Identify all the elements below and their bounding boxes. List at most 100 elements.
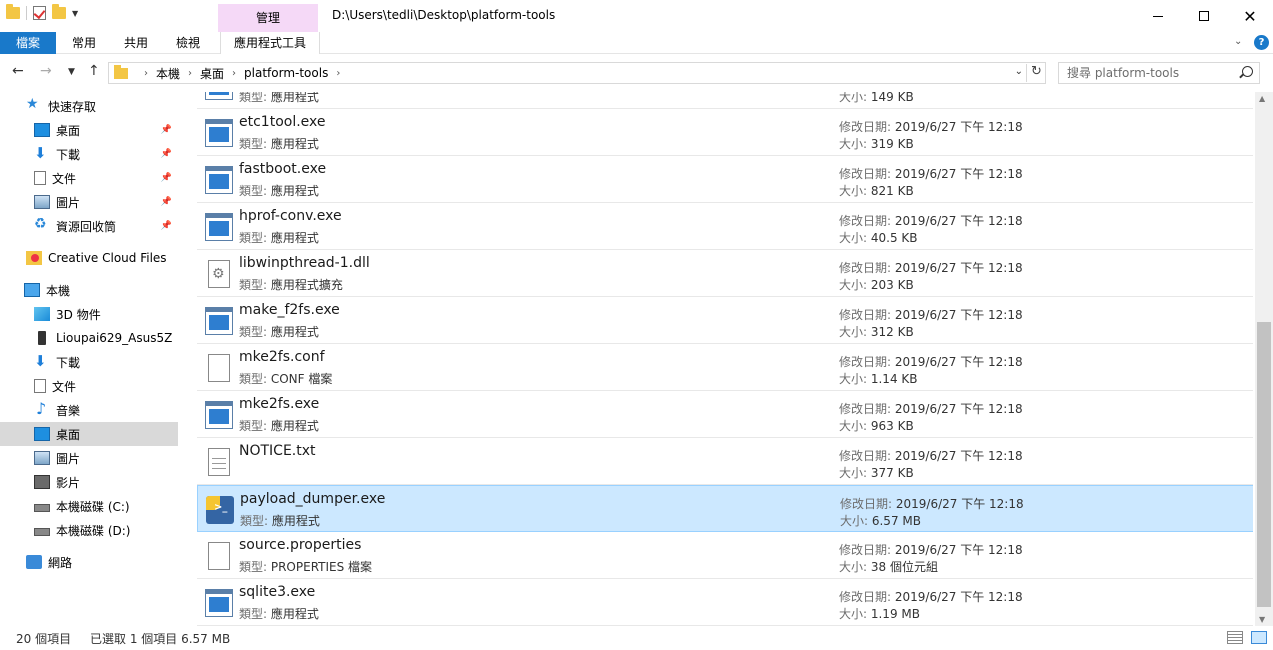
file-modified-value: 2019/6/27 下午 12:18 (894, 449, 1023, 463)
file-size-value: 319 KB (870, 137, 914, 151)
forward-arrow-icon[interactable]: → (40, 63, 52, 79)
refresh-icon[interactable]: ↻ (1026, 64, 1046, 82)
sidebar-item[interactable]: 文件 (0, 374, 178, 398)
search-input[interactable]: 搜尋 platform-tools (1058, 62, 1260, 84)
sidebar-item-label: Lioupai629_Asus5Z (56, 331, 173, 345)
maximize-button[interactable] (1181, 0, 1227, 32)
sidebar-item[interactable]: 本機 (0, 278, 178, 302)
status-bar: 20 個項目 已選取 1 個項目 6.57 MB (0, 626, 1273, 650)
tab-home[interactable]: 常用 (58, 32, 110, 54)
file-row[interactable]: make_f2fs.exe 類型: 應用程式 修改日期: 2019/6/27 下午 … (197, 297, 1253, 344)
scroll-down-arrow-icon[interactable]: ▼ (1259, 615, 1265, 624)
tab-application-tools[interactable]: 應用程式工具 (220, 32, 320, 54)
sidebar-item[interactable]: 3D 物件 (0, 302, 178, 326)
sidebar-item[interactable]: Lioupai629_Asus5Z (0, 326, 178, 350)
help-icon[interactable]: ? (1254, 35, 1269, 50)
new-folder-icon[interactable] (52, 4, 66, 19)
breadcrumb-chevron-icon[interactable]: › (232, 68, 236, 79)
sidebar-item[interactable]: 音樂 (0, 398, 178, 422)
sidebar-item[interactable]: 文件 📌 (0, 166, 178, 190)
file-row[interactable]: NOTICE.txt 修改日期: 2019/6/27 下午 12:18 大小: 37… (197, 438, 1253, 485)
file-modified-value: 2019/6/27 下午 12:18 (894, 261, 1023, 275)
minimize-button[interactable] (1135, 0, 1181, 32)
pictures-icon (34, 451, 50, 465)
file-type-label: 類型: (240, 514, 272, 528)
context-tab-manage[interactable]: 管理 (218, 4, 318, 32)
dll-icon (208, 260, 230, 288)
file-size-label: 大小: (839, 607, 871, 621)
document-icon (34, 379, 46, 393)
file-row[interactable]: sqlite3.exe 類型: 應用程式 修改日期: 2019/6/27 下午 12… (197, 579, 1253, 626)
close-button[interactable]: ✕ (1227, 0, 1273, 32)
file-type-value: 應用程式擴充 (270, 278, 343, 292)
file-type: 類型: PROPERTIES 檔案 (239, 558, 372, 575)
file-size-label: 大小: (839, 325, 871, 339)
sidebar-item[interactable]: 下載 📌 (0, 142, 178, 166)
file-modified-label: 修改日期: (839, 355, 895, 369)
tab-view[interactable]: 檢視 (162, 32, 214, 54)
file-name: sqlite3.exe (239, 584, 316, 600)
download-icon (34, 352, 50, 370)
file-icon (208, 354, 230, 382)
folder-icon[interactable] (6, 4, 20, 19)
file-row[interactable]: payload_dumper.exe 類型: 應用程式 修改日期: 2019/6/2… (197, 485, 1253, 532)
file-modified-value: 2019/6/27 下午 12:18 (894, 214, 1023, 228)
file-type: 類型: 應用程式 (239, 605, 319, 622)
sidebar-item[interactable]: 本機磁碟 (C:) (0, 494, 178, 518)
sidebar-item[interactable]: 下載 (0, 350, 178, 374)
file-type: 類型: 應用程式 (239, 229, 319, 246)
recent-locations-chevron-icon[interactable]: ▼ (68, 67, 75, 77)
file-type: 類型: 應用程式 (239, 417, 319, 434)
expand-ribbon-chevron-icon[interactable]: ⌄ (1234, 36, 1242, 47)
sidebar-item[interactable]: 影片 (0, 470, 178, 494)
file-modified-label: 修改日期: (839, 214, 895, 228)
address-history-chevron-icon[interactable]: ⌄ (1015, 66, 1023, 77)
breadcrumb-chevron-icon[interactable]: › (336, 68, 340, 79)
file-type-value: 應用程式 (270, 607, 319, 621)
sidebar-item[interactable]: 桌面 (0, 422, 178, 446)
file-row[interactable]: etc1tool.exe 類型: 應用程式 修改日期: 2019/6/27 下午 1… (197, 109, 1253, 156)
this-pc-icon (24, 283, 40, 297)
sidebar-item[interactable]: 圖片 📌 (0, 190, 178, 214)
sidebar-item-label: 桌面 (56, 123, 81, 138)
tab-share[interactable]: 共用 (110, 32, 162, 54)
scrollbar-thumb[interactable] (1257, 322, 1271, 607)
file-size-value: 963 KB (870, 419, 914, 433)
file-modified-label: 修改日期: (839, 590, 895, 604)
tiles-view-icon[interactable] (1251, 631, 1267, 644)
breadcrumb-chevron-icon[interactable]: › (188, 68, 192, 79)
scroll-up-arrow-icon[interactable]: ▲ (1259, 94, 1265, 103)
file-size: 大小: 1.14 KB (839, 370, 918, 387)
sidebar-item[interactable]: 網路 (0, 550, 178, 574)
file-row[interactable]: mke2fs.exe 類型: 應用程式 修改日期: 2019/6/27 下午 12:… (197, 391, 1253, 438)
properties-icon[interactable] (33, 6, 46, 20)
breadcrumb-desktop[interactable]: 桌面 (200, 65, 224, 82)
sidebar-item[interactable]: 桌面 📌 (0, 118, 178, 142)
back-arrow-icon[interactable]: ← (12, 63, 24, 79)
ribbon-tabs: 檔案 常用 共用 檢視 應用程式工具 ⌄ ? (0, 32, 1273, 54)
file-row[interactable]: 類型: 應用程式 大小: 149 KB (197, 92, 1253, 109)
item-count: 20 個項目 (16, 632, 72, 646)
details-view-icon[interactable] (1227, 631, 1243, 644)
file-row[interactable]: libwinpthread-1.dll 類型: 應用程式擴充 修改日期: 2019/… (197, 250, 1253, 297)
breadcrumb-platform-tools[interactable]: platform-tools (244, 66, 328, 80)
sidebar-item[interactable]: 資源回收筒 📌 (0, 214, 178, 238)
breadcrumb-this-pc[interactable]: 本機 (156, 65, 180, 82)
file-row[interactable]: hprof-conv.exe 類型: 應用程式 修改日期: 2019/6/27 下午… (197, 203, 1253, 250)
sidebar-item[interactable]: 快速存取 (0, 94, 178, 118)
file-type: 類型: 應用程式 (240, 512, 320, 529)
vertical-scrollbar[interactable]: ▲ ▼ (1255, 92, 1273, 626)
search-icon[interactable] (1242, 66, 1253, 77)
sidebar-item[interactable]: 圖片 (0, 446, 178, 470)
file-row[interactable]: source.properties 類型: PROPERTIES 檔案 修改日期: … (197, 532, 1253, 579)
customize-toolbar-chevron-icon[interactable]: ▼ (72, 9, 78, 18)
breadcrumb-chevron-icon[interactable]: › (144, 68, 148, 79)
file-row[interactable]: mke2fs.conf 類型: CONF 檔案 修改日期: 2019/6/27 下午… (197, 344, 1253, 391)
sidebar-item[interactable]: 本機磁碟 (D:) (0, 518, 178, 542)
file-row[interactable]: fastboot.exe 類型: 應用程式 修改日期: 2019/6/27 下午 1… (197, 156, 1253, 203)
tab-file[interactable]: 檔案 (0, 32, 56, 54)
address-bar[interactable]: › 本機 › 桌面 › platform-tools › ⌄ (108, 62, 1046, 84)
sidebar-item[interactable]: Creative Cloud Files (0, 246, 178, 270)
up-arrow-icon[interactable]: ↑ (88, 63, 100, 79)
file-size-value: 149 KB (870, 92, 914, 104)
